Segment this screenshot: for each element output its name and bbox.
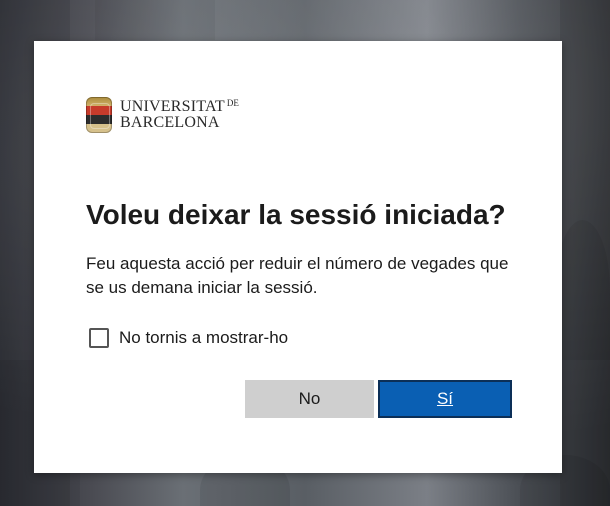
university-logo: UNIVERSITAT DE BARCELONA [86, 97, 239, 133]
university-wordmark: UNIVERSITAT DE BARCELONA [120, 99, 239, 131]
logo-line-1: UNIVERSITAT DE [120, 99, 239, 115]
stay-signed-in-dialog: UNIVERSITAT DE BARCELONA Voleu deixar la … [34, 41, 562, 473]
dialog-title: Voleu deixar la sessió iniciada? [86, 199, 506, 230]
no-button[interactable]: No [245, 380, 374, 418]
logo-line-2: BARCELONA [120, 114, 220, 131]
dont-show-again-label[interactable]: No tornis a mostrar-ho [119, 328, 288, 348]
yes-button[interactable]: Sí [378, 380, 512, 418]
dont-show-again-row[interactable]: No tornis a mostrar-ho [89, 328, 288, 348]
logo-universitat: UNIVERSITAT [120, 98, 225, 115]
logo-de: DE [226, 98, 239, 108]
dont-show-again-checkbox[interactable] [89, 328, 109, 348]
dialog-actions: No Sí [245, 380, 512, 418]
dialog-description: Feu aquesta acció per reduir el número d… [86, 254, 509, 297]
university-crest-icon [86, 97, 112, 133]
